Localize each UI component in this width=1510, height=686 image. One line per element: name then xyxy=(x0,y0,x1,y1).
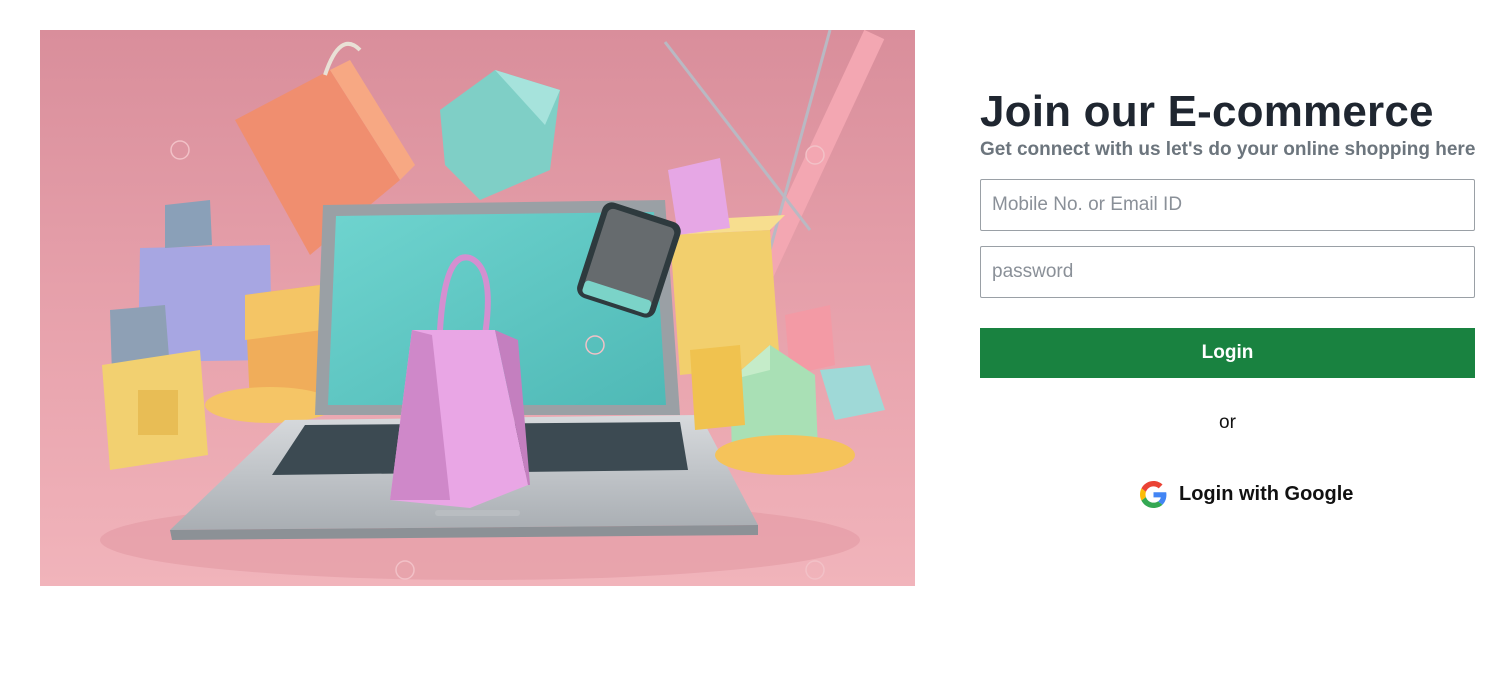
password-field[interactable] xyxy=(980,246,1475,298)
ecommerce-illustration xyxy=(40,30,915,586)
hero-image xyxy=(40,30,915,586)
page-subtitle: Get connect with us let's do your online… xyxy=(980,139,1476,160)
or-divider: or xyxy=(1219,412,1236,433)
google-login-label: Login with Google xyxy=(1179,482,1354,505)
email-field[interactable] xyxy=(980,179,1475,231)
login-panel: Join our E-commerce Get connect with us … xyxy=(980,86,1476,508)
google-login-button[interactable]: Login with Google xyxy=(1140,478,1353,510)
google-icon xyxy=(1140,480,1167,508)
page-title: Join our E-commerce xyxy=(980,87,1434,136)
login-button[interactable]: Login xyxy=(980,328,1475,378)
login-page: Join our E-commerce Get connect with us … xyxy=(0,0,1510,686)
